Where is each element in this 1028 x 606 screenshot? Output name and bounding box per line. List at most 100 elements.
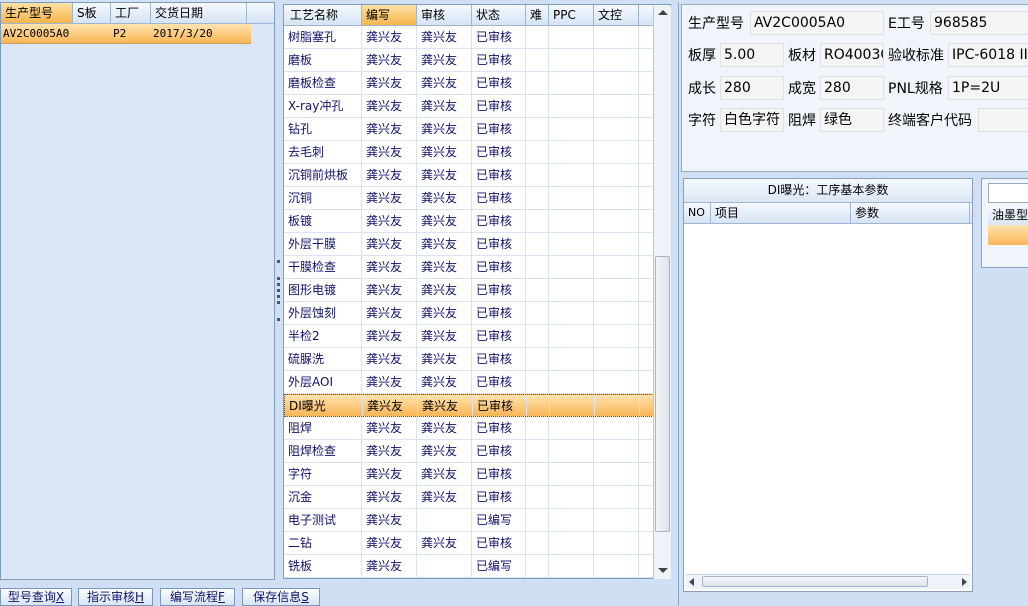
process-grid-scrollbar[interactable]	[653, 6, 671, 579]
writer-cell: 龚兴友	[362, 95, 417, 117]
pnl-field[interactable]: 1P=2U	[948, 76, 1028, 100]
params-hscrollbar[interactable]	[686, 574, 970, 589]
process-row[interactable]: 字符 龚兴友 龚兴友 已审核	[284, 463, 670, 486]
col-header-doc-control[interactable]: 文控	[594, 5, 639, 25]
ppc-cell	[549, 141, 594, 163]
scrollbar-thumb[interactable]	[655, 256, 670, 532]
silk-field[interactable]: 白色字符	[720, 108, 784, 132]
width-field[interactable]: 280	[820, 76, 884, 100]
col-header-delivery-date[interactable]: 交货日期	[151, 3, 247, 23]
model-field[interactable]: AV2C0005A0	[750, 11, 884, 35]
status-cell: 已审核	[472, 279, 526, 301]
doc-control-cell	[594, 256, 639, 278]
col-header-factory[interactable]: 工厂	[111, 3, 151, 23]
ppc-cell	[549, 486, 594, 508]
eno-field[interactable]: 968585	[930, 11, 1028, 35]
writer-cell: 龚兴友	[362, 509, 417, 531]
process-row[interactable]: 沉铜 龚兴友 龚兴友 已审核	[284, 187, 670, 210]
scroll-down-icon[interactable]	[658, 568, 668, 573]
process-row[interactable]: 阻焊检查 龚兴友 龚兴友 已审核	[284, 440, 670, 463]
process-row[interactable]: 干膜检查 龚兴友 龚兴友 已审核	[284, 256, 670, 279]
process-row[interactable]: 外层干膜 龚兴友 龚兴友 已审核	[284, 233, 670, 256]
process-rows: 树脂塞孔 龚兴友 龚兴友 已审核 磨板 龚兴友 龚兴友 已审核 磨板检查 龚兴友 龚兴友 已审核 X-r…	[284, 26, 670, 578]
ink-row[interactable]	[988, 225, 1028, 245]
scroll-up-icon[interactable]	[658, 10, 668, 15]
status-cell: 已审核	[472, 141, 526, 163]
process-name-cell: 钻孔	[284, 118, 362, 140]
material-field[interactable]: RO4003C	[820, 43, 884, 67]
status-cell: 已审核	[472, 440, 526, 462]
process-row[interactable]: X-ray冲孔 龚兴友 龚兴友 已审核	[284, 95, 670, 118]
ppc-cell	[549, 256, 594, 278]
reviewer-cell: 龚兴友	[417, 348, 472, 370]
process-row[interactable]: 树脂塞孔 龚兴友 龚兴友 已审核	[284, 26, 670, 49]
customer-field[interactable]	[978, 108, 1028, 132]
process-row[interactable]: 铣板 龚兴友 已编写	[284, 555, 670, 578]
process-row[interactable]: 半检2 龚兴友 龚兴友 已审核	[284, 325, 670, 348]
col-header-writer[interactable]: 编写	[362, 5, 417, 25]
col-header-reviewer[interactable]: 审核	[417, 5, 472, 25]
process-row[interactable]: 图形电镀 龚兴友 龚兴友 已审核	[284, 279, 670, 302]
length-field[interactable]: 280	[720, 76, 784, 100]
writer-cell: 龚兴友	[362, 233, 417, 255]
doc-control-cell	[594, 371, 639, 393]
process-row[interactable]: 电子测试 龚兴友 已编写	[284, 509, 670, 532]
process-row[interactable]: 板镀 龚兴友 龚兴友 已审核	[284, 210, 670, 233]
process-name-cell: 板镀	[284, 210, 362, 232]
panel-splitter[interactable]	[275, 2, 282, 580]
status-cell: 已审核	[472, 72, 526, 94]
process-row[interactable]: 沉铜前烘板 龚兴友 龚兴友 已审核	[284, 164, 670, 187]
writer-cell: 龚兴友	[362, 141, 417, 163]
process-row[interactable]: 磨板 龚兴友 龚兴友 已审核	[284, 49, 670, 72]
process-row[interactable]: 沉金 龚兴友 龚兴友 已审核	[284, 486, 670, 509]
mask-field[interactable]: 绿色	[820, 108, 884, 132]
difficulty-cell	[526, 233, 549, 255]
status-cell: 已审核	[473, 395, 527, 416]
col-header-difficulty[interactable]: 难	[526, 5, 549, 25]
doc-control-cell	[594, 532, 639, 554]
scroll-left-icon[interactable]	[689, 578, 694, 586]
col-header-process-name[interactable]: 工艺名称	[284, 5, 362, 25]
process-row[interactable]: 硫脲洗 龚兴友 龚兴友 已审核	[284, 348, 670, 371]
process-row[interactable]: 外层蚀刻 龚兴友 龚兴友 已审核	[284, 302, 670, 325]
save-button[interactable]: 保存信息S	[242, 588, 320, 606]
process-row[interactable]: 去毛刺 龚兴友 龚兴友 已审核	[284, 141, 670, 164]
col-header-status[interactable]: 状态	[472, 5, 526, 25]
hscroll-thumb[interactable]	[702, 576, 928, 587]
status-cell: 已审核	[472, 256, 526, 278]
ppc-cell	[549, 417, 594, 439]
process-row[interactable]: 阻焊 龚兴友 龚兴友 已审核	[284, 417, 670, 440]
reviewer-cell: 龚兴友	[417, 371, 472, 393]
col-header-s-board[interactable]: S板	[73, 3, 111, 23]
process-row[interactable]: 外层AOI 龚兴友 龚兴友 已审核	[284, 371, 670, 394]
difficulty-cell	[526, 210, 549, 232]
writer-cell: 龚兴友	[362, 164, 417, 186]
ppc-cell	[549, 532, 594, 554]
col-header-model[interactable]: 生产型号	[1, 3, 73, 23]
review-button[interactable]: 指示审核H	[78, 588, 153, 606]
model-row[interactable]: AV2C0005A0 P2 2017/3/20	[1, 24, 251, 44]
model-list-header: 生产型号 S板 工厂 交货日期	[1, 3, 274, 24]
doc-control-cell	[595, 395, 640, 416]
difficulty-cell	[526, 463, 549, 485]
col-header-param[interactable]: 参数	[851, 203, 970, 223]
process-row[interactable]: 钻孔 龚兴友 龚兴友 已审核	[284, 118, 670, 141]
standard-field[interactable]: IPC-6018 II	[948, 43, 1028, 67]
process-row[interactable]: 二钻 龚兴友 龚兴友 已审核	[284, 532, 670, 555]
col-header-item[interactable]: 项目	[711, 203, 851, 223]
process-row[interactable]: 磨板检查 龚兴友 龚兴友 已审核	[284, 72, 670, 95]
write-flow-button[interactable]: 编写流程F	[160, 588, 235, 606]
difficulty-cell	[526, 118, 549, 140]
ppc-cell	[550, 395, 595, 416]
difficulty-cell	[526, 417, 549, 439]
thickness-field[interactable]: 5.00	[720, 43, 784, 67]
col-header-no[interactable]: NO	[684, 203, 711, 223]
scroll-right-icon[interactable]	[962, 578, 967, 586]
col-header-ppc[interactable]: PPC	[549, 5, 594, 25]
difficulty-cell	[526, 279, 549, 301]
process-name-cell: 沉铜前烘板	[284, 164, 362, 186]
reviewer-cell: 龚兴友	[417, 95, 472, 117]
model-query-button[interactable]: 型号查询X	[0, 588, 72, 606]
doc-control-cell	[594, 141, 639, 163]
process-row[interactable]: DI曝光 龚兴友 龚兴友 已审核	[284, 394, 670, 417]
